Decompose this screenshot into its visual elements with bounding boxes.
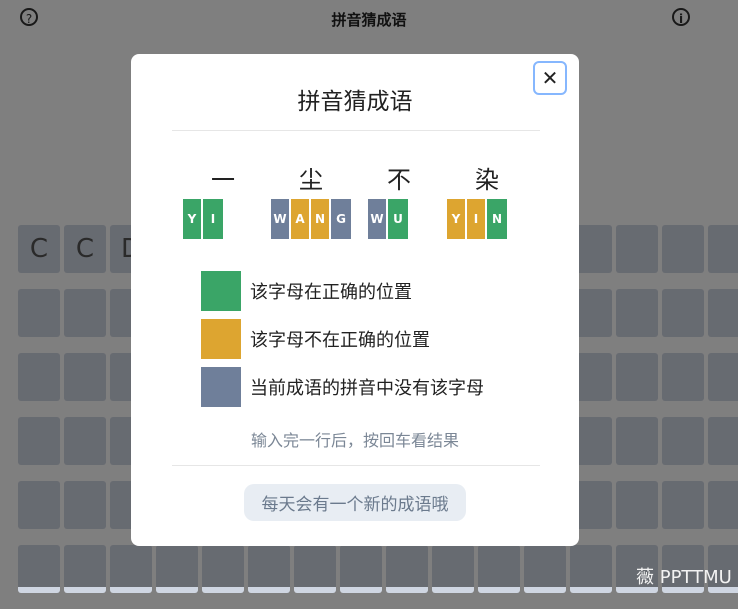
legend-label: 该字母在正确的位置 [250,282,412,303]
legend-swatch [201,367,241,407]
example-character: 染 [475,166,499,194]
letter-tile: A [291,199,311,239]
legend-present: 该字母不在正确的位置 [201,319,430,359]
close-icon: ✕ [541,66,559,90]
instructions-modal: 拼音猜成语 ✕ 一 尘 不 染 YI WANG WU YIN 该字母在正确的位置… [131,54,579,546]
legend-swatch [201,271,241,311]
letter-tile: I [203,199,223,239]
legend-label: 该字母不在正确的位置 [250,330,430,351]
daily-note-badge: 每天会有一个新的成语哦 [244,484,466,521]
legend-swatch [201,319,241,359]
example-syllable: YIN [447,199,507,239]
letter-tile: N [311,199,331,239]
example-syllable: WANG [271,199,351,239]
letter-tile: Y [183,199,203,239]
letter-tile: W [271,199,291,239]
example-character: 尘 [299,166,323,194]
letter-tile: Y [447,199,467,239]
example-character: 不 [387,166,411,194]
divider [172,465,540,466]
close-button[interactable]: ✕ [533,61,567,95]
divider [172,130,540,131]
example-syllable: WU [368,199,408,239]
letter-tile: I [467,199,487,239]
example-character: 一 [211,166,235,194]
letter-tile: G [331,199,351,239]
hint-text: 输入完一行后，按回车看结果 [250,431,459,450]
modal-title: 拼音猜成语 [297,89,413,115]
letter-tile: N [487,199,507,239]
legend-label: 当前成语的拼音中没有该字母 [250,378,484,399]
letter-tile: W [368,199,388,239]
example-syllable: YI [183,199,223,239]
legend-absent: 当前成语的拼音中没有该字母 [201,367,484,407]
letter-tile: U [388,199,408,239]
watermark: 薇 PPTTMU [636,567,732,588]
legend-correct: 该字母在正确的位置 [201,271,412,311]
